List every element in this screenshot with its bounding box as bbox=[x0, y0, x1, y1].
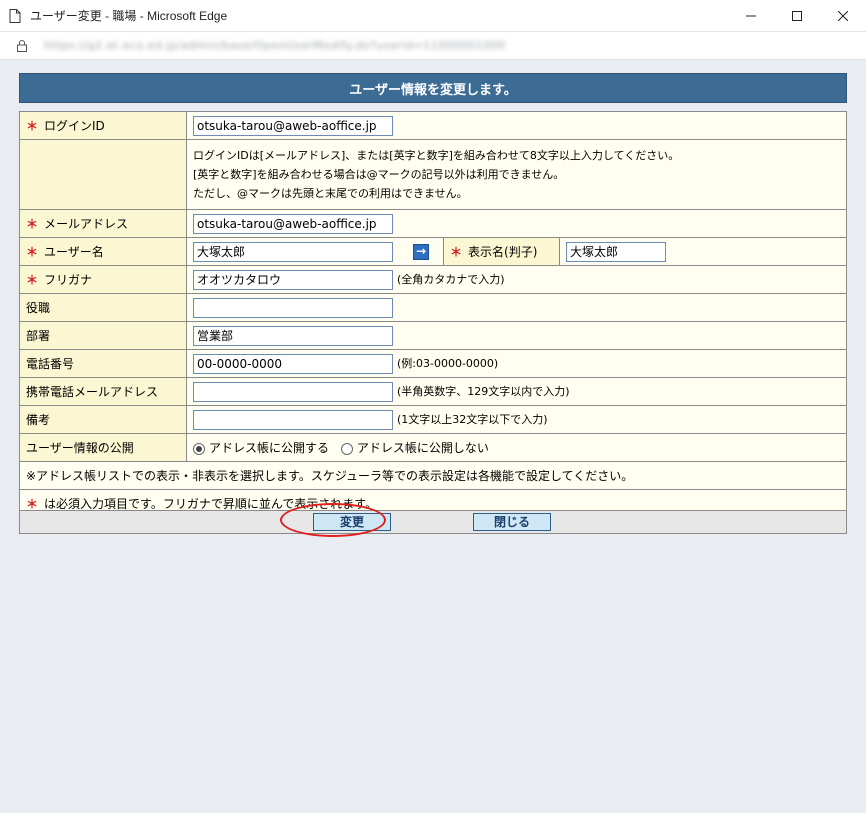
position-label: 役職 bbox=[26, 301, 51, 315]
close-window-button[interactable] bbox=[820, 0, 866, 32]
document-icon bbox=[0, 0, 30, 32]
phone-input[interactable]: 00-0000-0000 bbox=[193, 353, 393, 374]
button-bar: 変更 閉じる bbox=[19, 510, 847, 534]
publish-public-radio[interactable] bbox=[193, 442, 205, 455]
mobile-email-label: 携帯電話メールアドレス bbox=[26, 385, 159, 399]
minimize-icon bbox=[746, 15, 756, 17]
publish-label: ユーザー情報の公開 bbox=[26, 441, 134, 455]
required-mark: ＊ bbox=[26, 245, 39, 259]
url-text[interactable]: https://g2.et.eco.ed.jp/admin/base/OpenU… bbox=[44, 39, 506, 52]
row-mobile-email: 携帯電話メールアドレス (半角英数字、129文字以内で入力) bbox=[19, 377, 847, 406]
display-name-label: 表示名(判子) bbox=[468, 245, 538, 259]
row-publish: ユーザー情報の公開 アドレス帳に公開する アドレス帳に公開しない bbox=[19, 433, 847, 462]
row-phone: 電話番号 00-0000-0000 (例:03-0000-0000) bbox=[19, 349, 847, 378]
mobile-email-hint: (半角英数字、129文字以内で入力) bbox=[397, 385, 570, 398]
note-label: 備考 bbox=[26, 413, 51, 427]
position-input[interactable] bbox=[193, 297, 393, 318]
phone-hint: (例:03-0000-0000) bbox=[397, 357, 499, 370]
row-address-note: ※アドレス帳リストでの表示・非表示を選択します。スケジューラ等での表示設定は各機… bbox=[19, 461, 847, 490]
publish-private-radio[interactable] bbox=[340, 442, 353, 455]
row-note: 備考 (1文字以上32文字以下で入力) bbox=[19, 405, 847, 434]
publish-private-label[interactable]: アドレス帳に公開しない bbox=[357, 441, 489, 455]
copy-name-arrow-button[interactable]: → bbox=[413, 243, 429, 260]
username-label: ユーザー名 bbox=[44, 245, 104, 259]
address-bar[interactable]: https://g2.et.eco.ed.jp/admin/base/OpenU… bbox=[0, 32, 866, 60]
maximize-button[interactable] bbox=[774, 0, 820, 32]
required-mark: ＊ bbox=[26, 273, 39, 287]
row-username: ＊ ユーザー名 大塚太郎 → ＊ 表示名(判子) 大塚太郎 bbox=[19, 237, 847, 266]
required-mark: ＊ bbox=[26, 119, 39, 133]
department-input[interactable]: 営業部 bbox=[193, 325, 393, 346]
login-id-label: ログインID bbox=[44, 119, 105, 133]
required-mark: ＊ bbox=[26, 497, 39, 511]
login-info-text: ログインIDは[メールアドレス]、または[英字と数字]を組み合わせて8文字以上入… bbox=[186, 139, 847, 210]
label-login-id: ＊ ログインID bbox=[19, 111, 187, 140]
user-form-table: ＊ ログインID otsuka-tarou@aweb-aoffice.jp ログイ… bbox=[19, 111, 847, 518]
furigana-input[interactable]: オオツカタロウ bbox=[193, 269, 393, 290]
publish-public-label[interactable]: アドレス帳に公開する bbox=[209, 441, 329, 455]
row-furigana: ＊ フリガナ オオツカタロウ (全角カタカナで入力) bbox=[19, 265, 847, 294]
maximize-icon bbox=[792, 11, 802, 21]
row-department: 部署 営業部 bbox=[19, 321, 847, 350]
required-mark: ＊ bbox=[450, 245, 463, 259]
row-login-info: ログインIDは[メールアドレス]、または[英字と数字]を組み合わせて8文字以上入… bbox=[19, 139, 847, 210]
window-titlebar: ユーザー変更 - 職場 - Microsoft Edge bbox=[0, 0, 866, 32]
address-note-text: ※アドレス帳リストでの表示・非表示を選択します。スケジューラ等での表示設定は各機… bbox=[19, 461, 847, 490]
furigana-hint: (全角カタカナで入力) bbox=[397, 273, 505, 286]
login-id-input[interactable]: otsuka-tarou@aweb-aoffice.jp bbox=[193, 115, 393, 136]
page-content: ユーザー情報を変更します。 ＊ ログインID otsuka-tarou@aweb-… bbox=[0, 61, 866, 813]
required-mark: ＊ bbox=[26, 217, 39, 231]
furigana-label: フリガナ bbox=[44, 273, 93, 287]
form-header: ユーザー情報を変更します。 bbox=[19, 73, 847, 103]
phone-label: 電話番号 bbox=[26, 357, 75, 371]
close-icon bbox=[838, 11, 848, 21]
lock-icon[interactable] bbox=[0, 39, 44, 52]
department-label: 部署 bbox=[26, 329, 51, 343]
email-label: メールアドレス bbox=[44, 217, 129, 231]
row-position: 役職 bbox=[19, 293, 847, 322]
close-button[interactable]: 閉じる bbox=[473, 513, 551, 531]
row-email: ＊ メールアドレス otsuka-tarou@aweb-aoffice.jp bbox=[19, 209, 847, 238]
username-input[interactable]: 大塚太郎 bbox=[193, 241, 393, 262]
mobile-email-input[interactable] bbox=[193, 381, 393, 402]
note-input[interactable] bbox=[193, 409, 393, 430]
row-login-id: ＊ ログインID otsuka-tarou@aweb-aoffice.jp bbox=[19, 111, 847, 140]
note-hint: (1文字以上32文字以下で入力) bbox=[397, 413, 548, 426]
change-button-highlight bbox=[280, 503, 386, 537]
email-input[interactable]: otsuka-tarou@aweb-aoffice.jp bbox=[193, 213, 393, 234]
minimize-button[interactable] bbox=[728, 0, 774, 32]
display-name-input[interactable]: 大塚太郎 bbox=[566, 241, 666, 262]
window-title: ユーザー変更 - 職場 - Microsoft Edge bbox=[30, 9, 228, 23]
